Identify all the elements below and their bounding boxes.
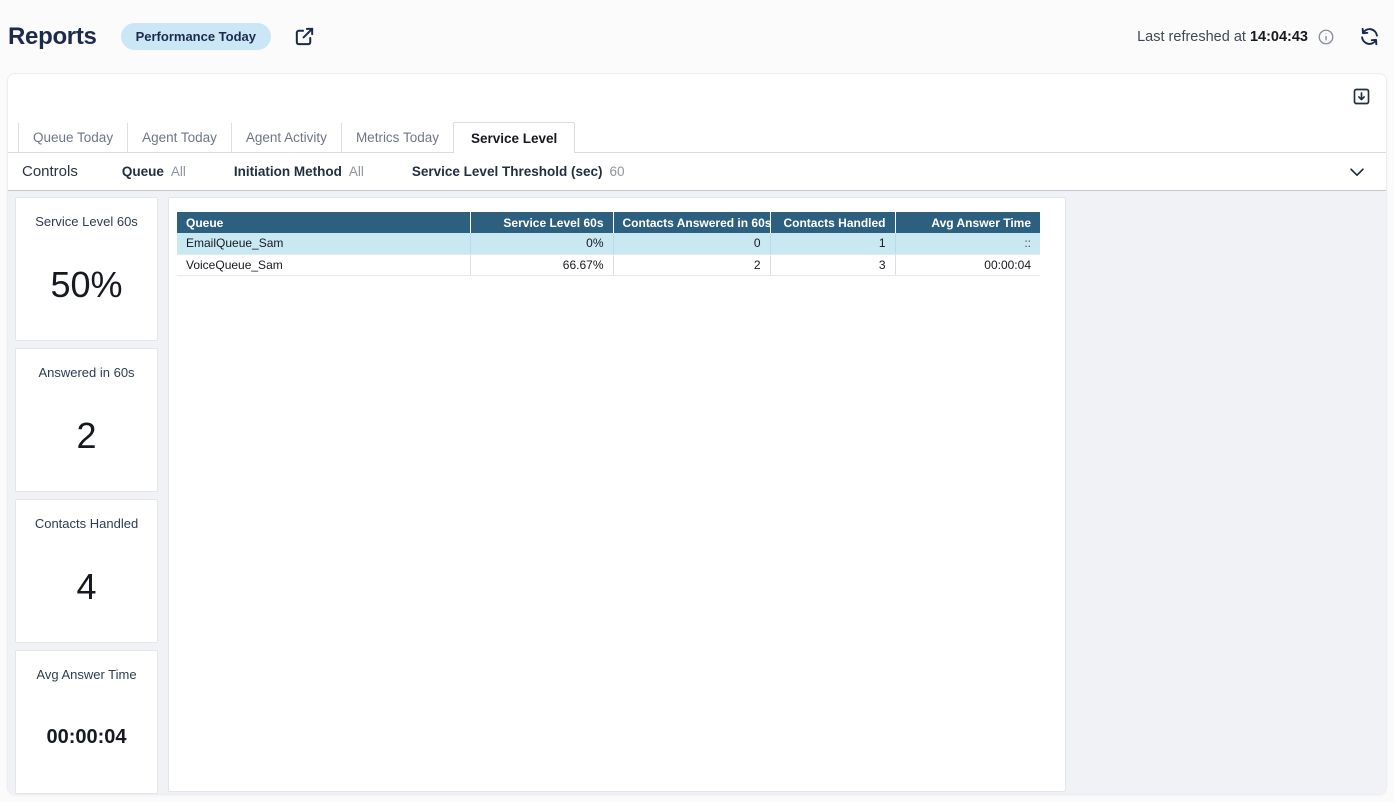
kpi-value: 4 (76, 566, 96, 608)
table-header-row: Queue Service Level 60s Contacts Answere… (177, 212, 1040, 233)
table-cell[interactable]: 3 (770, 254, 895, 275)
column-header-queue[interactable]: Queue (177, 212, 470, 233)
info-circle-icon (1317, 28, 1335, 46)
kpi-answered-in-60s: Answered in 60s 2 (15, 348, 158, 492)
table-cell[interactable]: 66.67% (470, 254, 613, 275)
kpi-title: Contacts Handled (29, 516, 144, 531)
table-row[interactable]: EmailQueue_Sam 0% 0 1 :: (177, 233, 1040, 254)
table-cell[interactable]: 2 (613, 254, 770, 275)
column-header-avg-answer-time[interactable]: Avg Answer Time (895, 212, 1040, 233)
info-button[interactable] (1317, 28, 1335, 46)
control-initiation-method[interactable]: Initiation Method All (234, 164, 364, 179)
table-cell[interactable]: EmailQueue_Sam (177, 233, 470, 254)
controls-label: Controls (22, 163, 78, 180)
dashboard-card: Queue Today Agent Today Agent Activity M… (7, 73, 1387, 795)
table-cell[interactable]: 00:00:04 (895, 254, 1040, 275)
control-queue[interactable]: Queue All (122, 164, 186, 179)
performance-today-badge[interactable]: Performance Today (121, 23, 271, 50)
service-level-table-panel: Queue Service Level 60s Contacts Answere… (168, 197, 1066, 792)
refresh-button[interactable] (1359, 26, 1380, 47)
kpi-title: Service Level 60s (29, 214, 144, 229)
kpi-title: Answered in 60s (32, 365, 140, 380)
service-level-table: Queue Service Level 60s Contacts Answere… (177, 212, 1040, 276)
control-initiation-method-label: Initiation Method (234, 164, 342, 179)
kpi-column: Service Level 60s 50% Answered in 60s 2 … (15, 197, 158, 795)
control-initiation-method-value: All (349, 164, 364, 179)
kpi-contacts-handled: Contacts Handled 4 (15, 499, 158, 643)
control-service-level-threshold-value: 60 (609, 164, 624, 179)
table-cell[interactable]: 0 (613, 233, 770, 254)
open-in-new-window-button[interactable] (293, 25, 316, 48)
dashboard-sheet: Service Level 60s 50% Answered in 60s 2 … (8, 191, 1386, 794)
column-header-service-level-60s[interactable]: Service Level 60s (470, 212, 613, 233)
kpi-value: 50% (50, 264, 122, 306)
kpi-value: 00:00:04 (46, 726, 126, 749)
column-header-contacts-answered-in-60s[interactable]: Contacts Answered in 60s (613, 212, 770, 233)
kpi-avg-answer-time: Avg Answer Time 00:00:04 (15, 650, 158, 794)
chevron-down-icon (1346, 161, 1368, 183)
table-cell[interactable]: VoiceQueue_Sam (177, 254, 470, 275)
tab-agent-activity[interactable]: Agent Activity (231, 123, 341, 152)
table-cell[interactable]: 1 (770, 233, 895, 254)
kpi-value: 2 (76, 415, 96, 457)
table-row[interactable]: VoiceQueue_Sam 66.67% 2 3 00:00:04 (177, 254, 1040, 275)
control-queue-label: Queue (122, 164, 164, 179)
control-service-level-threshold[interactable]: Service Level Threshold (sec) 60 (412, 164, 625, 179)
table-cell[interactable]: 0% (470, 233, 613, 254)
control-service-level-threshold-label: Service Level Threshold (sec) (412, 164, 603, 179)
header-right: Last refreshed at 14:04:43 (1137, 26, 1380, 47)
kpi-title: Avg Answer Time (30, 667, 142, 682)
report-tabs: Queue Today Agent Today Agent Activity M… (8, 122, 1386, 153)
kpi-service-level-60s: Service Level 60s 50% (15, 197, 158, 341)
column-header-contacts-handled[interactable]: Contacts Handled (770, 212, 895, 233)
card-toolbar (8, 74, 1386, 122)
table-cell[interactable]: :: (895, 233, 1040, 254)
tab-service-level[interactable]: Service Level (453, 122, 575, 153)
download-icon (1351, 86, 1372, 107)
tab-metrics-today[interactable]: Metrics Today (341, 123, 453, 152)
download-button[interactable] (1350, 85, 1372, 107)
refresh-icon (1359, 26, 1380, 47)
external-link-icon (293, 25, 316, 48)
page-title: Reports (8, 23, 97, 51)
app-header: Reports Performance Today Last refreshed… (0, 0, 1394, 73)
tab-queue-today[interactable]: Queue Today (18, 123, 127, 152)
controls-collapse-button[interactable] (1344, 159, 1370, 185)
controls-bar: Controls Queue All Initiation Method All… (8, 153, 1386, 191)
last-refreshed-text: Last refreshed at 14:04:43 (1137, 29, 1308, 45)
control-queue-value: All (171, 164, 186, 179)
tab-agent-today[interactable]: Agent Today (127, 123, 231, 152)
last-refreshed-time: 14:04:43 (1250, 29, 1308, 45)
